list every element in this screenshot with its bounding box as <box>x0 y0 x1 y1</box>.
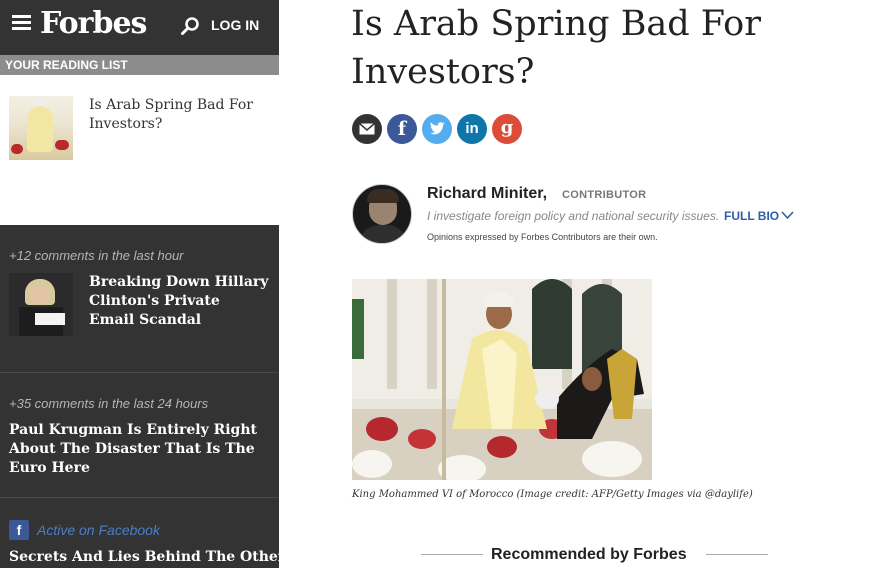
search-icon[interactable] <box>180 16 200 36</box>
email-icon[interactable] <box>352 114 382 144</box>
trending-panel: +12 comments in the last hour Breaking D… <box>0 225 285 568</box>
login-button[interactable]: LOG IN <box>211 17 259 33</box>
trending-item-comments: +35 comments in the last 24 hours <box>9 396 209 411</box>
divider <box>421 554 483 555</box>
trending-item[interactable]: +35 comments in the last 24 hours Paul K… <box>0 373 279 498</box>
divider <box>706 554 768 555</box>
trending-item-title[interactable]: Paul Krugman Is Entirely Right About The… <box>9 421 264 478</box>
hamburger-menu-icon[interactable] <box>12 15 31 31</box>
article-headline: Is Arab Spring Bad For Investors? <box>351 4 761 92</box>
forbes-logo[interactable]: Forbes <box>40 3 147 45</box>
full-bio-link[interactable]: FULL BIO <box>724 209 779 224</box>
facebook-icon: f <box>9 520 29 540</box>
top-bar: Forbes LOG IN <box>0 0 279 55</box>
reading-list-thumbnail <box>9 96 73 160</box>
author-role: CONTRIBUTOR <box>562 189 647 201</box>
author-disclaimer: Opinions expressed by Forbes Contributor… <box>427 232 658 242</box>
linkedin-icon[interactable]: in <box>457 114 487 144</box>
reading-list-item-title: Is Arab Spring Bad For Investors? <box>89 97 253 132</box>
image-caption: King Mohammed VI of Morocco (Image credi… <box>352 489 753 500</box>
active-on-facebook-label[interactable]: Active on Facebook <box>37 522 160 538</box>
author-name[interactable]: Richard Miniter, <box>427 184 547 203</box>
facebook-icon[interactable]: f <box>387 114 417 144</box>
google-plus-icon[interactable]: g <box>492 114 522 144</box>
reading-list-item[interactable]: Is Arab Spring Bad For Investors? <box>0 75 279 225</box>
sidebar: Forbes LOG IN YOUR READING LIST Is Arab … <box>0 0 285 568</box>
chevron-down-icon[interactable] <box>781 210 794 220</box>
trending-item[interactable]: +12 comments in the last hour Breaking D… <box>0 225 279 373</box>
twitter-icon[interactable] <box>422 114 452 144</box>
trending-item-thumbnail <box>9 273 73 336</box>
author-avatar[interactable] <box>352 184 412 244</box>
reading-list-heading: YOUR READING LIST <box>0 55 279 75</box>
trending-item-title[interactable]: Breaking Down Hillary Clinton's Private … <box>89 273 269 330</box>
article-photo <box>352 279 652 480</box>
author-bio: I investigate foreign policy and nationa… <box>427 209 720 223</box>
facebook-item-title[interactable]: Secrets And Lies Behind The Other <box>9 548 285 567</box>
recommended-heading: Recommended by Forbes <box>491 546 687 563</box>
trending-item-comments: +12 comments in the last hour <box>9 248 184 263</box>
